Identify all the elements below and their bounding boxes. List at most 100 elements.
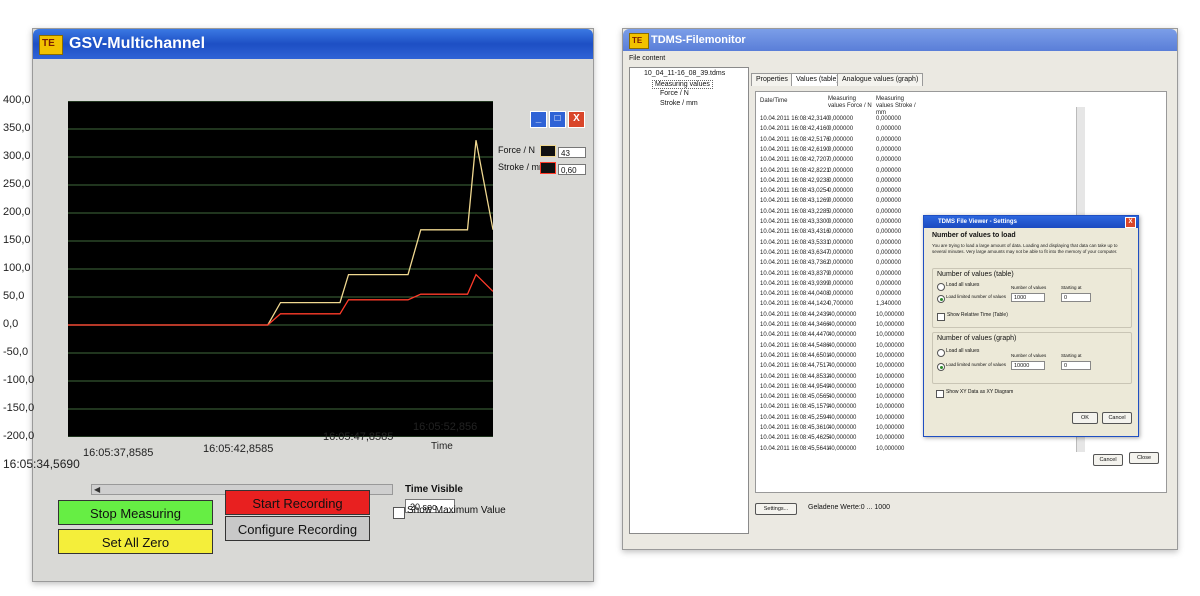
configure-recording-button[interactable]: Configure Recording (225, 516, 370, 541)
table-cell: 10.04.2011 16:08:42,7207 (760, 157, 830, 164)
graph-number-input[interactable]: 10000 (1011, 361, 1045, 370)
table-cell: 10,000000 (876, 435, 905, 442)
table-cell: 0,000000 (828, 229, 854, 236)
table-cell: 10.04.2011 16:08:43,4316 (760, 229, 830, 236)
table-cell: 10.04.2011 16:08:45,4625 (760, 435, 830, 442)
close-button[interactable]: Close (1129, 452, 1159, 464)
table-cell: 0,000000 (828, 177, 854, 184)
table-cell: 0,000000 (876, 280, 902, 287)
minimize-icon[interactable]: _ (530, 111, 547, 128)
show-relative-label: Show Relative Time (Table) (947, 312, 1008, 318)
start-recording-button[interactable]: Start Recording (225, 490, 370, 515)
tree-stroke-node[interactable]: Stroke / mm (660, 100, 698, 107)
table-cell: 10.04.2011 16:08:44,6501 (760, 352, 830, 359)
table-cell: 10.04.2011 16:08:45,5641 (760, 445, 830, 452)
table-cell: 0,000000 (828, 249, 854, 256)
table-cell: 40,000000 (828, 425, 857, 431)
table-cell: 10,000000 (876, 363, 905, 370)
show-relative-checkbox[interactable] (937, 313, 945, 321)
tree-measuring-node[interactable]: Measuring values (652, 80, 713, 89)
show-xy-checkbox[interactable] (936, 390, 944, 398)
y-tick-label: 50,0 (3, 290, 25, 302)
close-icon[interactable]: X (568, 111, 585, 128)
table-row[interactable]: 10.04.2011 16:08:42,9238 0,000000 0,000000 (756, 176, 1016, 186)
table-cell: 0,000000 (876, 291, 902, 298)
col-header-datetime: Date/Time (760, 98, 788, 104)
table-row[interactable]: 10.04.2011 16:08:42,3140 0,000000 0,000000 (756, 114, 1016, 124)
table-start-input[interactable]: 0 (1061, 293, 1091, 302)
graph-start-input[interactable]: 0 (1061, 361, 1091, 370)
tree-file-node[interactable]: 10_04_11-16_08_39.tdms (644, 70, 725, 77)
y-tick-label: 300,0 (3, 150, 31, 162)
settings-button[interactable]: Settings... (755, 503, 797, 515)
graph-load-limited-label: Load limited number of values (946, 362, 1007, 367)
title-bar[interactable]: GSV-Multichannel (33, 29, 593, 59)
table-load-limited-radio[interactable] (937, 295, 945, 303)
tab-analogue-graph[interactable]: Analogue values (graph) (837, 73, 924, 86)
table-cell: 10.04.2011 16:08:44,0408 (760, 291, 830, 298)
table-cell: 40,000000 (828, 373, 857, 380)
table-cell: 10,000000 (876, 404, 905, 411)
show-xy-label: Show XY Data as XY Diagram (946, 389, 1014, 395)
dialog-ok-button[interactable]: OK (1072, 412, 1098, 424)
table-cell: 0,000000 (876, 146, 902, 153)
tree-force-node[interactable]: Force / N (660, 90, 689, 97)
table-cell: 0,000000 (876, 198, 902, 205)
table-cell: 10,000000 (876, 445, 905, 452)
y-tick-label: -100,0 (3, 374, 35, 386)
y-tick-label: 150,0 (3, 234, 31, 246)
window-title: GSV-Multichannel (69, 35, 206, 52)
table-cell: 10.04.2011 16:08:45,0565 (760, 394, 830, 401)
tab-values-table[interactable]: Values (table) (791, 73, 844, 86)
table-cell: 10.04.2011 16:08:43,9399 (760, 280, 830, 287)
maximize-icon[interactable]: □ (549, 111, 566, 128)
table-cell: 0,000000 (876, 136, 902, 143)
window-controls: _ □ X (530, 111, 585, 128)
table-row[interactable]: 10.04.2011 16:08:42,4160 0,000000 0,000000 (756, 124, 1016, 134)
set-all-zero-button[interactable]: Set All Zero (58, 529, 213, 554)
scroll-left-icon[interactable]: ◀ (94, 485, 100, 494)
table-row[interactable]: 10.04.2011 16:08:42,6190 0,000000 0,000000 (756, 145, 1016, 155)
file-tree[interactable]: 10_04_11-16_08_39.tdms Measuring values … (629, 67, 749, 534)
table-cell: 0,000000 (828, 280, 854, 287)
tab-properties[interactable]: Properties (751, 73, 793, 86)
table-row[interactable]: 10.04.2011 16:08:45,5641 40,000000 10,0000… (756, 444, 1016, 454)
graph-group: Number of values (graph) Load all values… (932, 332, 1132, 384)
table-cell: 10,000000 (876, 342, 905, 349)
dialog-title: TDMS File Viewer - Settings (938, 219, 1017, 225)
dialog-close-icon[interactable]: X (1125, 217, 1136, 228)
graph-load-all-radio[interactable] (937, 349, 945, 357)
series-stroke-line (68, 273, 493, 326)
table-cell: 10.04.2011 16:08:43,3300 (760, 219, 830, 225)
show-max-checkbox[interactable] (393, 507, 405, 519)
table-row[interactable]: 10.04.2011 16:08:42,7207 0,000000 0,000000 (756, 155, 1016, 165)
table-load-all-radio[interactable] (937, 283, 945, 291)
table-cell: 10.04.2011 16:08:43,5331 (760, 239, 830, 246)
table-row[interactable]: 10.04.2011 16:08:42,5176 0,000000 0,000000 (756, 135, 1016, 145)
y-tick-label: -200,0 (3, 430, 35, 442)
table-cell: 40,000000 (828, 435, 857, 442)
table-cell: 40,000000 (828, 342, 857, 349)
cancel-button[interactable]: Cancel (1093, 454, 1123, 466)
graph-load-limited-radio[interactable] (937, 363, 945, 371)
stop-measuring-button[interactable]: Stop Measuring (58, 500, 213, 525)
x-tick-label: 16:05:42,8585 (203, 443, 274, 455)
table-load-limited-label: Load limited number of values (946, 294, 1007, 299)
table-cell: 0,000000 (828, 270, 854, 277)
table-cell: 40,000000 (828, 363, 857, 370)
table-group-title: Number of values (table) (937, 271, 1014, 278)
dialog-title-bar[interactable]: TDMS File Viewer - Settings X (924, 216, 1138, 228)
table-row[interactable]: 10.04.2011 16:08:43,1269 0,000000 0,000000 (756, 196, 1016, 206)
table-cell: 10.04.2011 16:08:43,2285 (760, 208, 830, 215)
table-cell: 40,000000 (828, 445, 857, 452)
table-number-input[interactable]: 1000 (1011, 293, 1045, 302)
title-bar[interactable]: TDMS-Filemonitor (623, 29, 1177, 51)
window-title: TDMS-Filemonitor (651, 34, 746, 46)
table-row[interactable]: 10.04.2011 16:08:43,0254 0,000000 0,000000 (756, 186, 1016, 196)
menu-file-content[interactable]: File content (629, 55, 665, 62)
table-row[interactable]: 10.04.2011 16:08:42,8221 0,000000 0,000000 (756, 166, 1016, 176)
table-cell: 10.04.2011 16:08:42,8221 (760, 167, 830, 174)
y-tick-label: 400,0 (3, 94, 31, 106)
table-cell: 10,000000 (876, 414, 905, 421)
dialog-cancel-button[interactable]: Cancel (1102, 412, 1132, 424)
